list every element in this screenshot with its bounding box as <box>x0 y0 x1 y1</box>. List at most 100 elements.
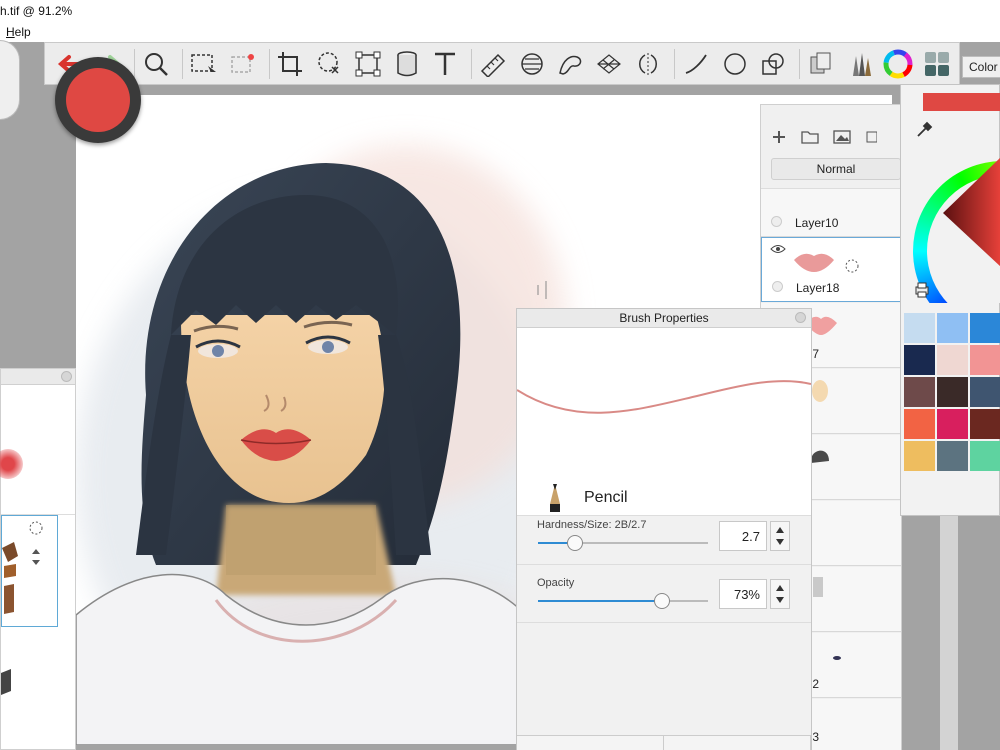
color-swatch[interactable] <box>937 441 968 471</box>
french-curve-icon <box>558 55 581 75</box>
color-wheel-button[interactable] <box>882 47 916 81</box>
shapes-button[interactable] <box>756 47 790 81</box>
palette-grid-icon <box>925 51 950 76</box>
brush-stroke-preview: Pencil <box>516 328 812 516</box>
panel-scrollbar[interactable] <box>940 516 958 750</box>
color-swatch[interactable] <box>970 345 1000 375</box>
color-swatch[interactable] <box>904 441 935 471</box>
fill-bucket-button[interactable] <box>390 47 424 81</box>
stepper-up-icon[interactable] <box>776 527 784 533</box>
color-puck[interactable] <box>55 57 141 143</box>
opacity-slider-fill <box>538 600 663 602</box>
opacity-value-field[interactable]: 73% <box>719 579 767 609</box>
shapes-icon <box>762 52 785 75</box>
stepper-down-icon[interactable] <box>776 539 784 545</box>
ellipse-guide-icon <box>521 52 543 75</box>
text-tool-button[interactable] <box>429 47 463 81</box>
transform-icon <box>355 51 381 76</box>
toolbar-separator <box>268 48 270 79</box>
opacity-slider[interactable] <box>538 593 708 609</box>
color-swatch[interactable] <box>904 409 935 439</box>
crop-button[interactable] <box>274 47 308 81</box>
french-curve-button[interactable] <box>554 47 588 81</box>
footer-button-left[interactable] <box>517 736 664 750</box>
color-panel-tab[interactable]: Color <box>962 56 1000 78</box>
current-color-swatch[interactable] <box>923 93 1000 111</box>
stepper-up-icon[interactable] <box>776 585 784 591</box>
current-color-dot <box>66 68 130 132</box>
deselect-icon <box>231 53 254 73</box>
folder-icon[interactable] <box>801 129 819 145</box>
layer-row-selected[interactable]: Layer18 <box>761 237 901 302</box>
hardness-slider[interactable] <box>538 535 708 551</box>
stepper-down-icon[interactable] <box>776 597 784 603</box>
brush-library-button[interactable] <box>843 47 877 81</box>
color-swatch[interactable] <box>937 345 968 375</box>
copy-layer-button[interactable] <box>804 47 838 81</box>
toolbar-separator <box>134 48 136 79</box>
main-toolbar <box>44 42 960 85</box>
saturation-triangle[interactable] <box>941 157 1000 267</box>
symmetry-button[interactable] <box>631 47 665 81</box>
color-swatch[interactable] <box>937 409 968 439</box>
layer-menu-icon[interactable] <box>865 129 877 145</box>
hardness-stepper[interactable] <box>770 521 790 551</box>
lips-thumbnail-icon <box>794 253 834 272</box>
color-swatches <box>904 313 1000 471</box>
perspective-button[interactable] <box>592 47 626 81</box>
layer-name: Layer18 <box>796 281 840 295</box>
color-swatch[interactable] <box>970 409 1000 439</box>
ruler-button[interactable] <box>476 47 510 81</box>
rect-select-icon <box>191 53 217 72</box>
menubar: Help <box>0 22 1000 42</box>
hardness-value-field[interactable]: 2.7 <box>719 521 767 551</box>
close-icon[interactable] <box>61 371 72 382</box>
color-swatch[interactable] <box>937 377 968 407</box>
window-title: h.tif @ 91.2% <box>0 4 73 18</box>
layer-name: Layer10 <box>795 216 839 230</box>
brush-set-icons <box>2 521 43 614</box>
color-swatch[interactable] <box>904 377 935 407</box>
brushes-icon <box>852 52 871 76</box>
brush-list[interactable] <box>1 515 58 627</box>
eye-icon[interactable] <box>770 244 786 254</box>
shape-ellipse-button[interactable] <box>718 47 752 81</box>
close-icon[interactable] <box>795 312 806 323</box>
footer-button-right[interactable] <box>664 736 811 750</box>
hardness-slider-knob[interactable] <box>567 535 584 551</box>
rect-select-button[interactable] <box>187 47 221 81</box>
circle-shape-icon <box>723 52 746 75</box>
image-layer-icon[interactable] <box>833 129 851 145</box>
color-wheel-area <box>901 123 1000 303</box>
lasso-button[interactable] <box>312 47 346 81</box>
brush-dab-preview <box>0 449 23 479</box>
selection-deselect-button[interactable] <box>226 47 260 81</box>
ellipse-guide-button[interactable] <box>515 47 549 81</box>
layer-row[interactable]: Layer10 <box>761 189 901 237</box>
hardness-size-control: Hardness/Size: 2B/2.7 2.7 <box>517 509 811 565</box>
toolbar-separator <box>471 48 473 79</box>
palette-grid-button[interactable] <box>920 47 954 81</box>
printer-icon[interactable] <box>913 281 931 299</box>
add-layer-icon[interactable] <box>771 129 787 145</box>
stroke-stabilizer-button[interactable] <box>679 47 713 81</box>
visibility-toggle[interactable] <box>772 281 783 292</box>
color-swatch[interactable] <box>970 313 1000 343</box>
sketch-thumbnail-icon <box>813 577 823 597</box>
selection-marquee-icon <box>845 259 859 273</box>
color-swatch[interactable] <box>904 313 935 343</box>
zoom-tool-button[interactable] <box>139 47 173 81</box>
color-swatch[interactable] <box>970 377 1000 407</box>
crop-icon <box>278 51 303 76</box>
menu-help[interactable]: Help <box>6 25 31 39</box>
transform-button[interactable] <box>351 47 385 81</box>
toolbar-separator <box>673 48 675 79</box>
color-swatch[interactable] <box>937 313 968 343</box>
lagoon-ring[interactable] <box>0 40 20 120</box>
visibility-toggle[interactable] <box>771 216 782 227</box>
color-swatch[interactable] <box>904 345 935 375</box>
color-swatch[interactable] <box>970 441 1000 471</box>
blend-mode-select[interactable]: Normal <box>771 158 901 180</box>
opacity-slider-knob[interactable] <box>654 593 671 609</box>
opacity-stepper[interactable] <box>770 579 790 609</box>
